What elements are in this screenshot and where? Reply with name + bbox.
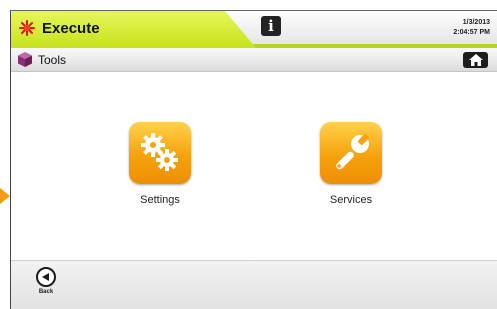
bottom-bar: Back [11, 260, 497, 309]
services-tile-icon [320, 122, 382, 184]
info-button[interactable]: i [261, 16, 281, 36]
app-window: Execute i 1/3/2013 2:04:57 PM Tools Sett… [10, 10, 497, 309]
date-text: 1/3/2013 [462, 19, 490, 26]
app-tab: Execute [11, 11, 256, 48]
laser-icon [19, 20, 35, 36]
back-label: Back [38, 289, 54, 295]
home-button[interactable] [463, 52, 488, 68]
tools-cube-icon [18, 52, 32, 67]
info-icon: i [268, 17, 274, 35]
back-arrow-icon [36, 267, 56, 287]
top-bar: Execute i 1/3/2013 2:04:57 PM [11, 11, 497, 48]
time-text: 2:04:57 PM [453, 29, 490, 36]
home-icon [468, 54, 483, 66]
settings-tile[interactable]: Settings [115, 122, 205, 206]
date-time-display: 1/3/2013 2:04:57 PM [453, 18, 490, 38]
side-pointer-arrow [0, 188, 10, 204]
services-tile[interactable]: Services [306, 122, 396, 206]
back-button[interactable]: Back [33, 267, 59, 295]
tools-bar: Tools [11, 48, 497, 72]
page-title: Tools [38, 53, 67, 67]
wrench-icon [336, 133, 370, 170]
settings-tile-icon [129, 122, 191, 184]
services-label: Services [329, 194, 373, 206]
app-title: Execute [42, 20, 100, 37]
gears-icon [141, 133, 178, 171]
settings-label: Settings [140, 194, 180, 206]
main-content: Settings Services [11, 72, 497, 260]
